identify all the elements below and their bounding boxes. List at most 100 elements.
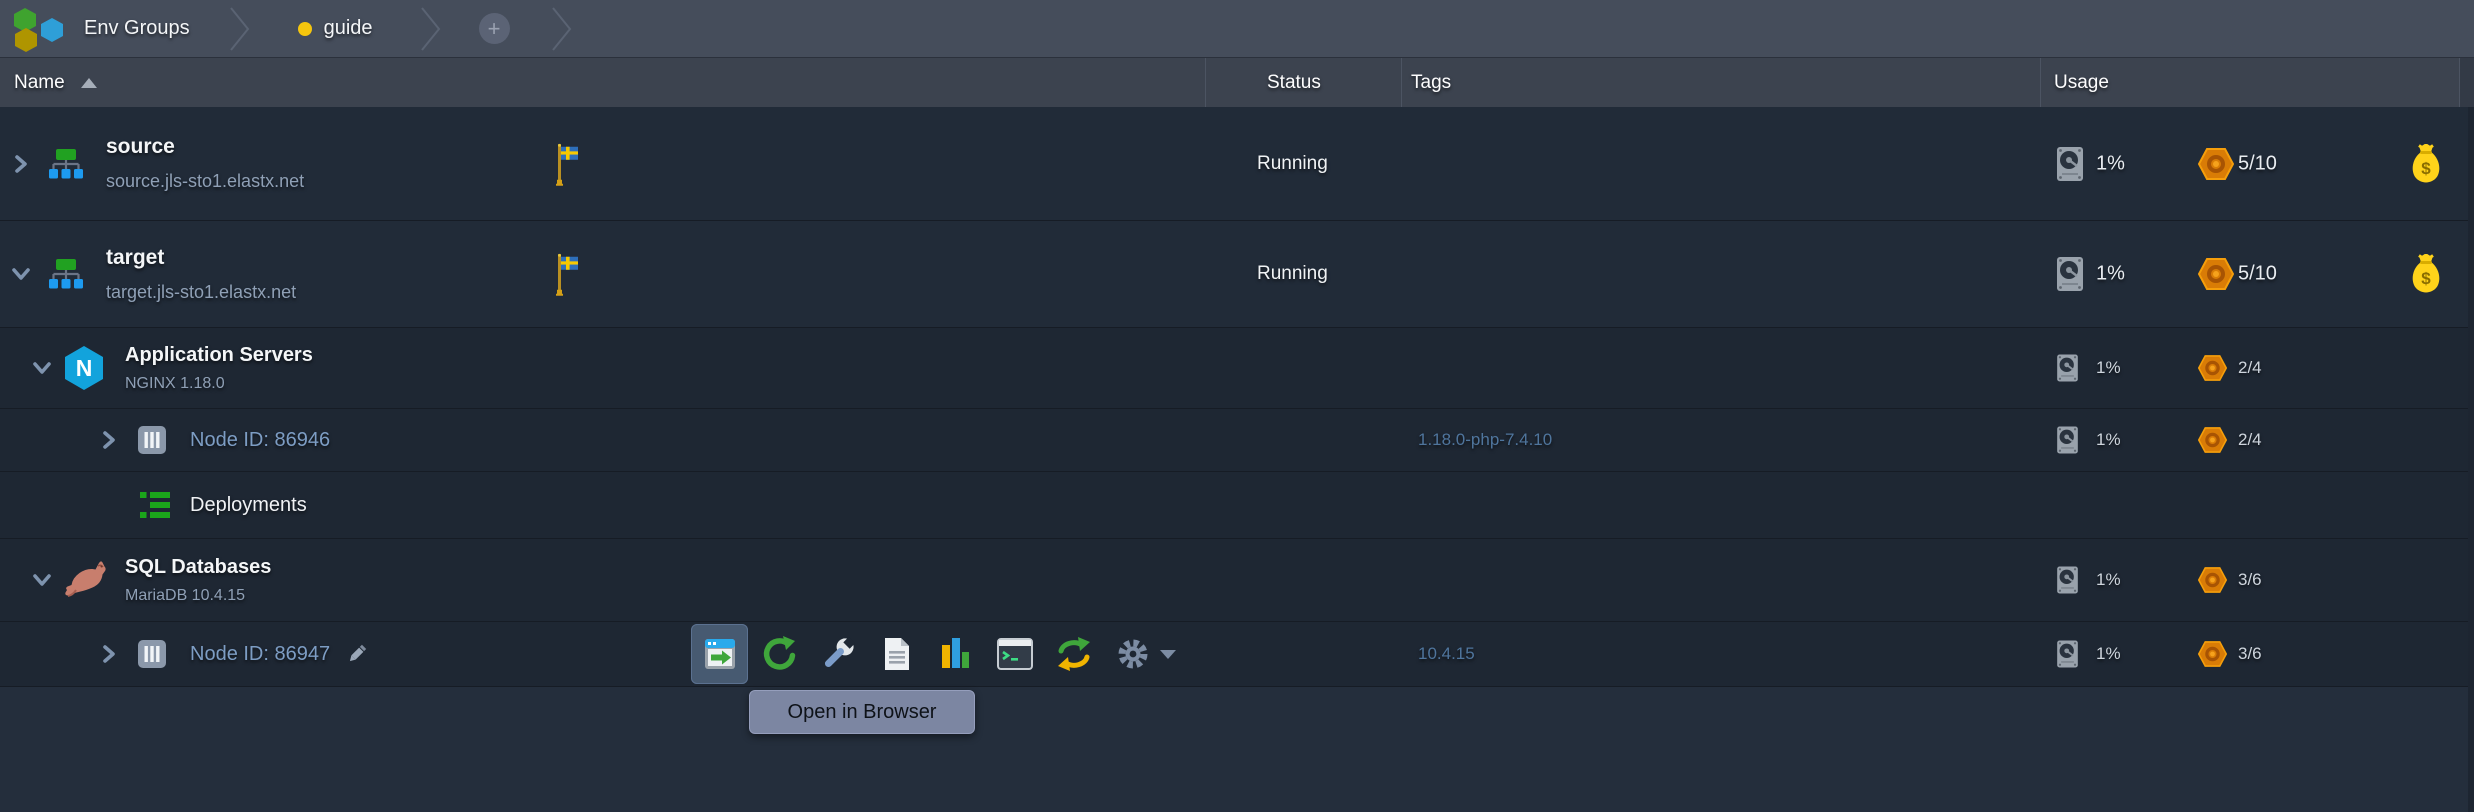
chevron-right-icon[interactable] bbox=[99, 429, 119, 451]
table-row-node-86946[interactable]: Node ID: 86946 1.18.0-php-7.4.10 1% 2/4 bbox=[0, 409, 2474, 472]
tags-cell: 1.18.0-php-7.4.10 bbox=[1418, 430, 1553, 449]
web-ssh-terminal-icon bbox=[996, 638, 1033, 670]
column-divider bbox=[1205, 58, 1206, 107]
disk-usage-value: 1% bbox=[2096, 570, 2121, 589]
log-file-icon bbox=[884, 638, 909, 670]
node-id-label[interactable]: Node ID: 86946 bbox=[190, 429, 330, 452]
tags-cell bbox=[1401, 221, 2040, 327]
breadcrumb-env-groups[interactable]: Env Groups bbox=[84, 17, 190, 40]
status-cell bbox=[1205, 622, 1401, 686]
config-button[interactable] bbox=[809, 624, 866, 684]
sort-asc-icon bbox=[80, 77, 97, 88]
deployments-list-icon bbox=[140, 491, 170, 519]
mariadb-seal-icon bbox=[62, 560, 108, 600]
disk-usage-icon bbox=[2057, 147, 2083, 181]
table-row-node-group-sql-databases[interactable]: SQL Databases MariaDB 10.4.15 1% 3/6 bbox=[0, 539, 2474, 622]
disk-usage-icon bbox=[2057, 567, 2078, 594]
usage-cell: 1% 2/4 bbox=[2040, 328, 2474, 408]
chevron-down-icon[interactable] bbox=[31, 570, 53, 590]
disk-usage-value: 1% bbox=[2096, 152, 2125, 174]
open-in-browser-button[interactable] bbox=[691, 624, 748, 684]
usage-cell: 1% 2/4 bbox=[2040, 409, 2474, 471]
cloudlet-usage-icon bbox=[2198, 148, 2234, 180]
restart-icon bbox=[763, 636, 795, 670]
settings-caret-down-icon bbox=[1160, 649, 1176, 659]
environment-domain[interactable]: source.jls-sto1.elastx.net bbox=[106, 171, 304, 192]
node-group-name[interactable]: SQL Databases bbox=[125, 556, 271, 579]
redeploy-cycle-icon bbox=[1057, 637, 1090, 671]
new-environment-button[interactable]: + bbox=[478, 13, 510, 44]
statistics-bars-icon bbox=[941, 638, 969, 668]
chevron-right-icon[interactable] bbox=[99, 643, 119, 665]
disk-usage-value: 1% bbox=[2096, 262, 2125, 285]
column-divider bbox=[1401, 58, 1402, 107]
disk-usage-icon bbox=[2057, 641, 2078, 668]
billing-money-bag-icon[interactable] bbox=[2411, 144, 2441, 184]
cloudlet-usage-icon bbox=[2198, 258, 2234, 290]
usage-cell: 1% 5/10 bbox=[2040, 107, 2474, 220]
tags-cell: 10.4.15 bbox=[1418, 644, 1475, 663]
log-button[interactable] bbox=[868, 624, 925, 684]
disk-usage-value: 1% bbox=[2096, 644, 2121, 663]
column-header-status[interactable]: Status bbox=[1267, 58, 1321, 107]
status-cell bbox=[1205, 409, 1401, 471]
breadcrumb: Env Groups guide + bbox=[0, 0, 2474, 58]
web-ssh-button[interactable] bbox=[986, 624, 1043, 684]
node-group-stack: NGINX 1.18.0 bbox=[125, 374, 225, 392]
sweden-flag-icon bbox=[553, 143, 579, 187]
table-row-environment-target[interactable]: target target.jls-sto1.elastx.net Runnin… bbox=[0, 221, 2474, 328]
column-header-tags[interactable]: Tags bbox=[1411, 58, 1451, 107]
usage-cell: 1% 3/6 bbox=[2040, 539, 2474, 621]
right-edge-strip bbox=[2468, 107, 2474, 812]
usage-cell: 1% 5/10 bbox=[2040, 221, 2474, 327]
tags-cell bbox=[1401, 107, 2040, 220]
edit-pencil-icon[interactable] bbox=[346, 643, 368, 665]
container-node-icon bbox=[138, 426, 166, 454]
chevron-down-icon[interactable] bbox=[31, 358, 53, 378]
environment-name[interactable]: target bbox=[106, 246, 296, 270]
breadcrumb-separator-icon bbox=[420, 6, 440, 51]
table-row-deployments[interactable]: Deployments bbox=[0, 472, 2474, 539]
cloudlet-usage-value: 2/4 bbox=[2238, 430, 2262, 449]
billing-money-bag-icon[interactable] bbox=[2411, 254, 2441, 294]
redeploy-button[interactable] bbox=[1045, 624, 1102, 684]
cloudlet-usage-value: 3/6 bbox=[2238, 570, 2262, 589]
restart-node-button[interactable] bbox=[750, 624, 807, 684]
header-scroll-gutter bbox=[2459, 58, 2474, 107]
node-id-label[interactable]: Node ID: 86947 bbox=[190, 643, 330, 666]
table-row-node-group-app-servers[interactable]: Application Servers NGINX 1.18.0 1% 2/4 bbox=[0, 328, 2474, 409]
breadcrumb-environment-guide[interactable]: guide bbox=[324, 17, 373, 40]
breadcrumb-separator-icon bbox=[551, 6, 571, 51]
environment-topology-icon bbox=[49, 149, 83, 179]
column-header-usage[interactable]: Usage bbox=[2054, 58, 2109, 107]
cloudlet-usage-icon bbox=[2198, 427, 2227, 453]
status-cell: Running bbox=[1257, 152, 1328, 174]
environment-domain[interactable]: target.jls-sto1.elastx.net bbox=[106, 282, 296, 303]
deployments-label[interactable]: Deployments bbox=[190, 494, 307, 517]
environment-name[interactable]: source bbox=[106, 135, 304, 159]
node-group-name[interactable]: Application Servers bbox=[125, 344, 313, 367]
table-row-environment-source[interactable]: source source.jls-sto1.elastx.net Runnin… bbox=[0, 107, 2474, 221]
column-header-name[interactable]: Name bbox=[14, 58, 97, 107]
usage-cell: 1% 3/6 bbox=[2040, 622, 2474, 686]
tags-cell bbox=[1401, 539, 2040, 621]
disk-usage-icon bbox=[2057, 355, 2078, 382]
cloudlet-usage-value: 2/4 bbox=[2238, 358, 2262, 377]
chevron-down-icon[interactable] bbox=[10, 264, 32, 284]
cloudlet-usage-icon bbox=[2198, 567, 2227, 593]
table-header: Name Status Tags Usage bbox=[0, 58, 2474, 107]
nginx-icon bbox=[65, 346, 103, 390]
cloudlet-usage-value: 5/10 bbox=[2238, 152, 2277, 174]
chevron-right-icon[interactable] bbox=[11, 153, 31, 175]
disk-usage-icon bbox=[2057, 427, 2078, 454]
column-divider bbox=[2459, 58, 2460, 107]
status-cell: Running bbox=[1257, 263, 1328, 284]
table-row-node-86947[interactable]: Node ID: 86947 10.4.15 1% 3/6 bbox=[0, 622, 2474, 687]
cloudlet-usage-icon bbox=[2198, 355, 2227, 381]
status-cell bbox=[1205, 328, 1401, 408]
environment-topology-icon bbox=[49, 259, 83, 289]
settings-button[interactable] bbox=[1104, 624, 1186, 684]
statistics-button[interactable] bbox=[927, 624, 984, 684]
breadcrumb-separator-icon bbox=[229, 6, 249, 51]
node-actions-toolbar bbox=[691, 622, 1188, 686]
